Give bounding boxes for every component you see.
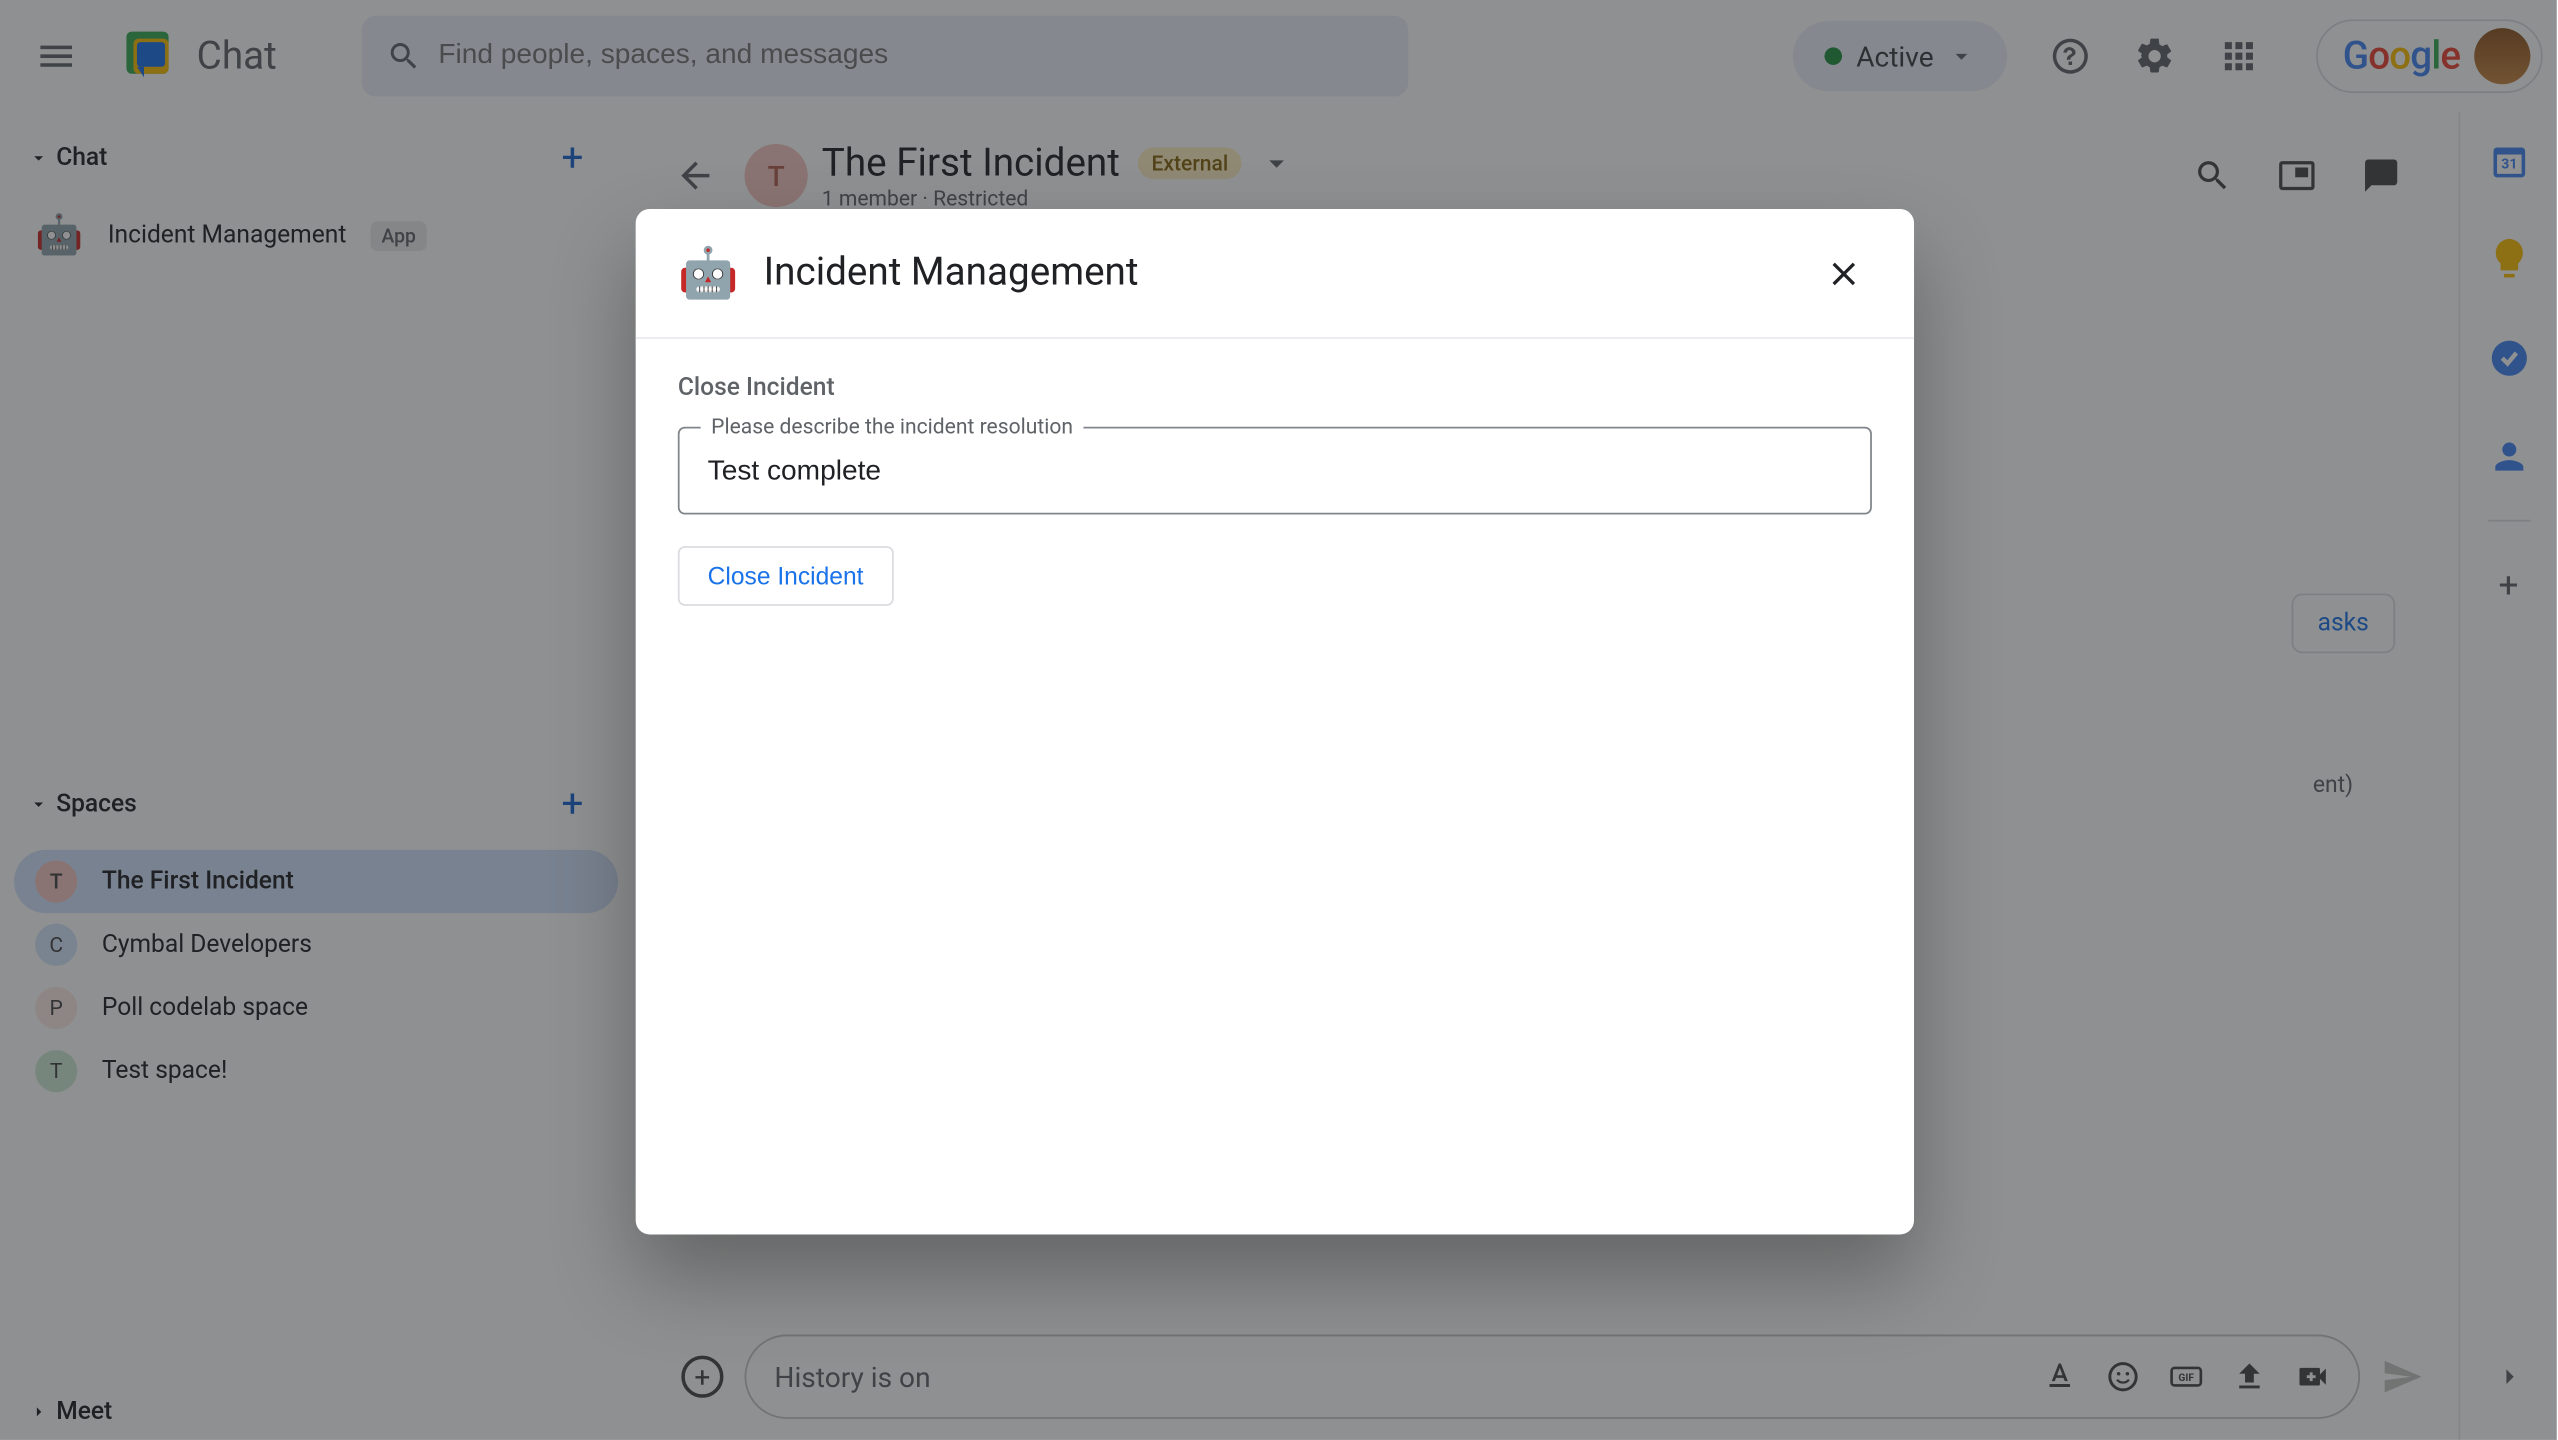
resolution-field[interactable]: Please describe the incident resolution — [678, 427, 1872, 515]
dialog-section-title: Close Incident — [678, 374, 1872, 402]
robot-icon: 🤖 — [678, 244, 739, 302]
dialog-close-button[interactable] — [1816, 245, 1872, 301]
dialog-title: Incident Management — [764, 251, 1139, 295]
resolution-field-label: Please describe the incident resolution — [701, 414, 1084, 439]
close-incident-button[interactable]: Close Incident — [678, 546, 893, 606]
incident-dialog: 🤖 Incident Management Close Incident Ple… — [636, 209, 1914, 1235]
close-icon — [1824, 254, 1863, 293]
resolution-input[interactable] — [708, 457, 1842, 489]
